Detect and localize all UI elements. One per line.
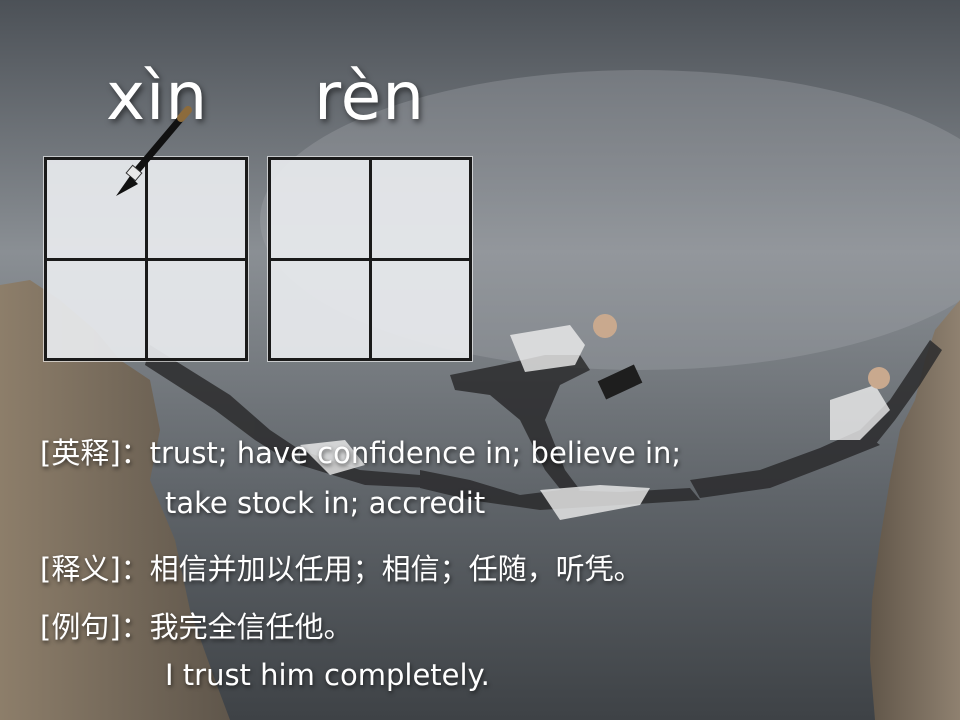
english-definition-line1: [英释]：trust; have confidence in; believe … <box>40 430 681 472</box>
example-label: [例句] <box>40 610 121 644</box>
chinese-text: ：相信并加以任用；相信；任随，听凭。 <box>120 552 643 586</box>
english-text-1: ：trust; have confidence in; believe in; <box>120 436 682 470</box>
english-label: [英释] <box>40 436 121 470</box>
example-english: I trust him completely. <box>165 658 490 692</box>
chinese-label: [释义] <box>40 552 121 586</box>
example-chinese: ：我完全信任他。 <box>120 610 353 644</box>
example-sentence: [例句]：我完全信任他。 <box>40 604 353 646</box>
pinyin-ren: rèn <box>314 58 426 135</box>
writing-grid-2 <box>268 157 472 361</box>
calligraphy-brush-icon <box>116 106 192 196</box>
english-definition-line2: take stock in; accredit <box>165 486 486 520</box>
chinese-definition: [释义]：相信并加以任用；相信；任随，听凭。 <box>40 546 643 588</box>
